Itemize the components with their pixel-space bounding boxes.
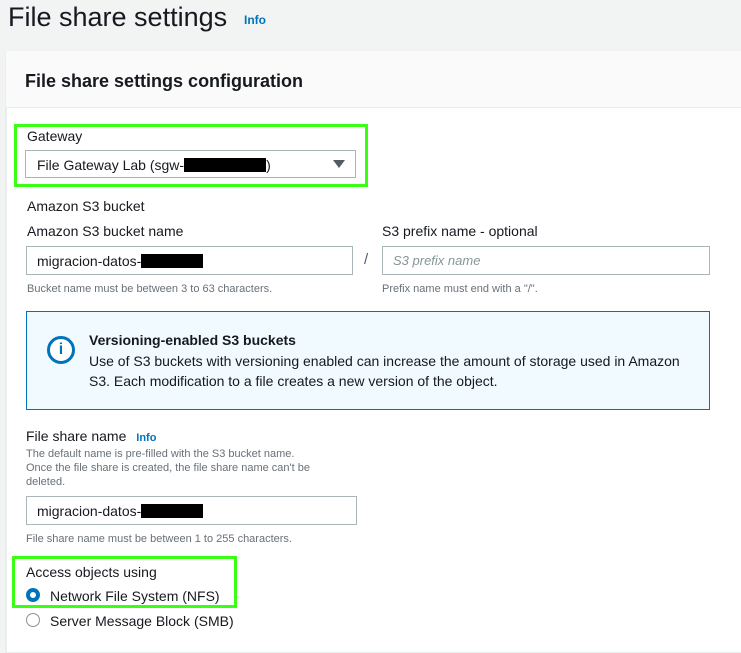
- alert-body: Use of S3 buckets with versioning enable…: [89, 353, 680, 389]
- panel-title: File share settings configuration: [25, 71, 304, 91]
- prefix-separator: /: [364, 251, 369, 268]
- alert-title: Versioning-enabled S3 buckets: [89, 332, 296, 348]
- file-share-name-label: File share name Info: [26, 427, 156, 447]
- bucket-name-hint: Bucket name must be between 3 to 63 char…: [27, 283, 273, 295]
- file-share-desc-1: The default name is pre-filled with the …: [26, 448, 295, 460]
- smb-radio[interactable]: [26, 613, 40, 627]
- prefix-placeholder: S3 prefix name: [393, 253, 481, 268]
- file-share-name-text: File share name: [26, 428, 127, 444]
- file-share-name-value-text: migracion-datos-: [37, 503, 142, 519]
- bucket-name-label: Amazon S3 bucket name: [27, 223, 184, 239]
- file-share-desc-2: Once the file share is created, the file…: [26, 462, 310, 474]
- bucket-name-value: migracion-datos-: [37, 252, 204, 270]
- redacted-bucket-suffix: [141, 254, 204, 268]
- smb-option-label[interactable]: Server Message Block (SMB): [50, 612, 234, 630]
- prefix-hint: Prefix name must end with a "/".: [382, 283, 538, 295]
- file-share-desc-3: deleted.: [26, 476, 66, 488]
- redacted-share-suffix: [141, 504, 204, 518]
- info-icon: i: [47, 336, 75, 364]
- file-share-name-value: migracion-datos-: [37, 502, 204, 520]
- page-title: File share settings: [8, 2, 228, 32]
- file-share-name-hint: File share name must be between 1 to 255…: [26, 533, 292, 545]
- s3-section-label: Amazon S3 bucket: [27, 198, 145, 214]
- file-share-info-link[interactable]: Info: [136, 432, 156, 444]
- bucket-name-text: migracion-datos-: [37, 253, 142, 269]
- prefix-label: S3 prefix name - optional: [382, 223, 538, 239]
- page-info-link[interactable]: Info: [244, 13, 266, 27]
- access-highlight-box: [12, 556, 237, 608]
- gateway-highlight-box: [14, 124, 368, 187]
